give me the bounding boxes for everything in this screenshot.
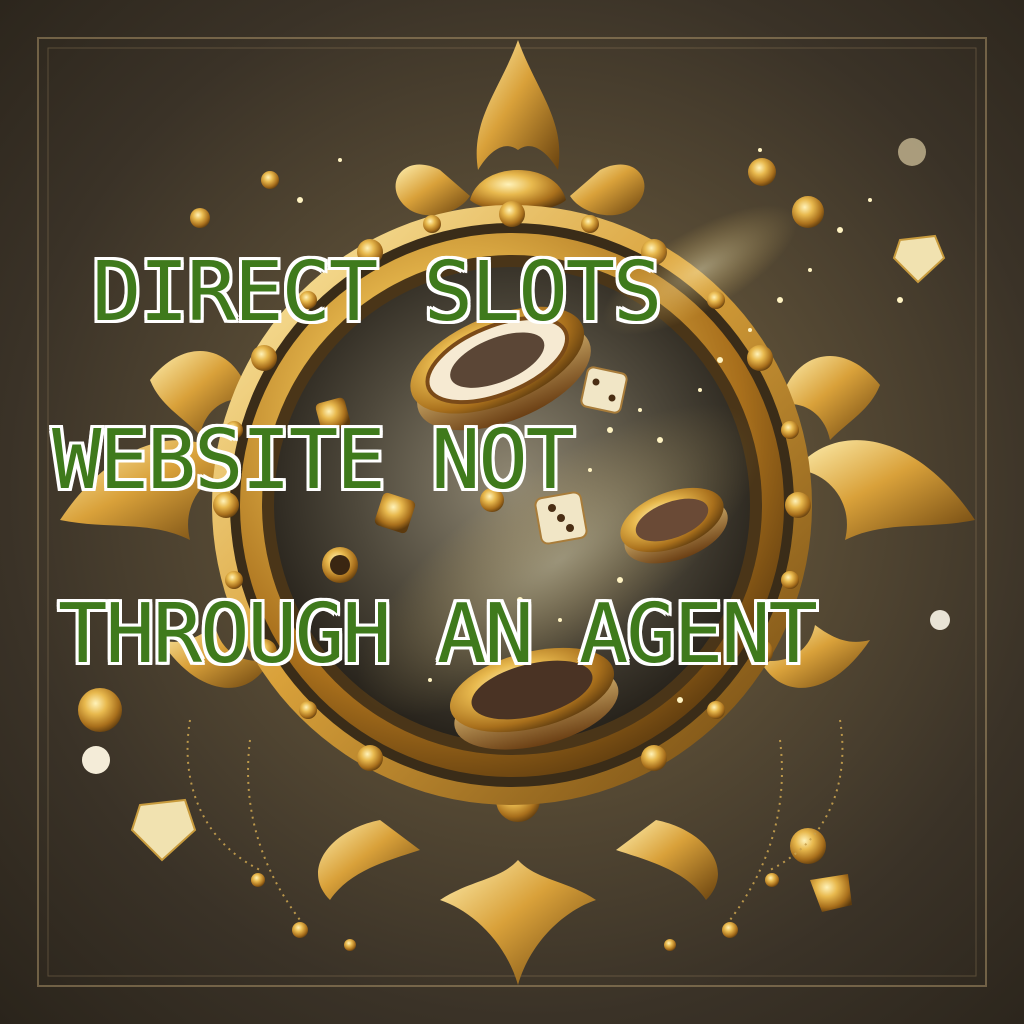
headline-line-3: THROUGH AN AGENT [58,587,818,682]
headline-line-1: DIRECT SLOTS [92,245,662,340]
ornate-gold-frame-illustration [37,37,987,987]
headline-line-2: WEBSITE NOT [52,413,575,508]
artwork: DIRECT SLOTS WEBSITE NOT THROUGH AN AGEN… [0,0,1024,1024]
